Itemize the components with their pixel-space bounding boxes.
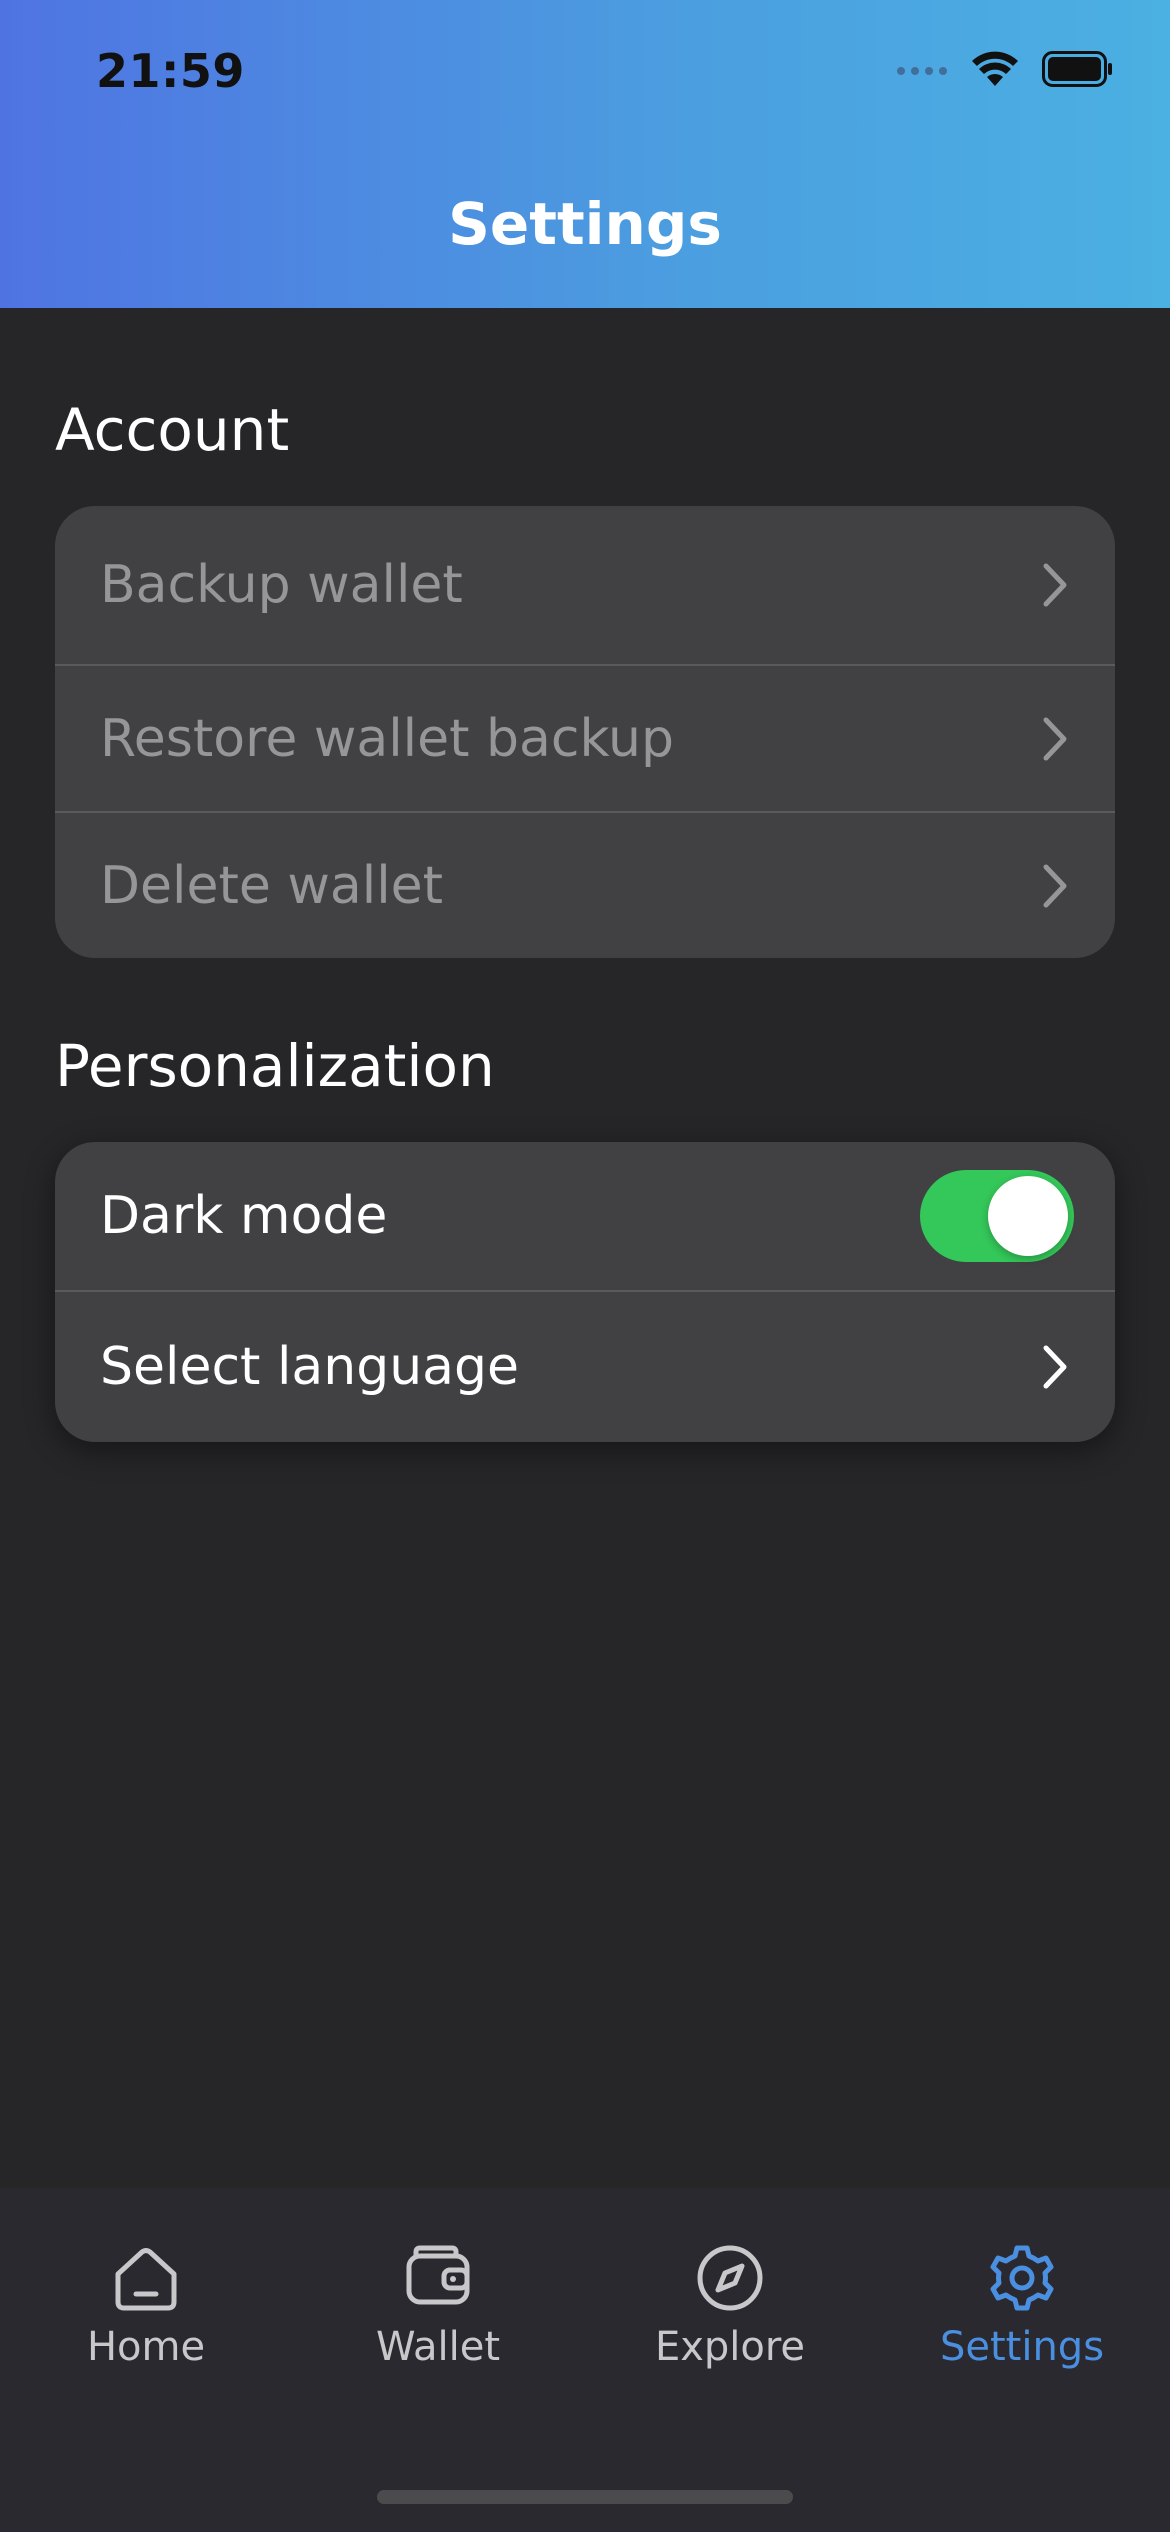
select-language-label: Select language bbox=[100, 1337, 520, 1397]
backup-wallet-label: Backup wallet bbox=[100, 555, 463, 615]
home-indicator bbox=[377, 2490, 793, 2504]
chevron-right-icon bbox=[1040, 863, 1070, 909]
gear-icon bbox=[986, 2242, 1058, 2318]
wallet-icon bbox=[402, 2242, 474, 2318]
signal-dots-icon bbox=[896, 62, 948, 81]
restore-wallet-backup-label: Restore wallet backup bbox=[100, 708, 674, 769]
dark-mode-row: Dark mode bbox=[55, 1142, 1115, 1292]
battery-icon bbox=[1042, 51, 1114, 91]
status-time: 21:59 bbox=[96, 44, 245, 98]
tab-settings[interactable]: Settings bbox=[897, 2242, 1147, 2370]
personalization-section-title: Personalization bbox=[55, 1032, 495, 1100]
tab-bar: Home Wallet Explore Settings bbox=[0, 2188, 1170, 2532]
compass-icon bbox=[694, 2242, 766, 2318]
status-icons bbox=[896, 50, 1114, 92]
header: 21:59 Settings bbox=[0, 0, 1170, 308]
select-language-row[interactable]: Select language bbox=[55, 1292, 1115, 1442]
page-title: Settings bbox=[448, 190, 722, 258]
delete-wallet-label: Delete wallet bbox=[100, 855, 444, 916]
tab-settings-label: Settings bbox=[939, 2324, 1105, 2370]
tab-home-label: Home bbox=[86, 2324, 206, 2370]
account-card: Backup wallet Restore wallet backup Dele… bbox=[55, 506, 1115, 958]
account-section-title: Account bbox=[55, 396, 290, 464]
tab-explore[interactable]: Explore bbox=[605, 2242, 855, 2370]
chevron-right-icon bbox=[1040, 1344, 1070, 1390]
restore-wallet-backup-row[interactable]: Restore wallet backup bbox=[55, 666, 1115, 813]
personalization-card: Dark mode Select language bbox=[55, 1142, 1115, 1442]
tab-home[interactable]: Home bbox=[21, 2242, 271, 2370]
settings-screen: 21:59 Settings Account Backup wallet Res… bbox=[0, 0, 1170, 2532]
dark-mode-label: Dark mode bbox=[100, 1186, 388, 1246]
wifi-icon bbox=[970, 50, 1020, 92]
delete-wallet-row[interactable]: Delete wallet bbox=[55, 813, 1115, 958]
tab-explore-label: Explore bbox=[654, 2324, 806, 2370]
chevron-right-icon bbox=[1040, 716, 1070, 762]
backup-wallet-row[interactable]: Backup wallet bbox=[55, 506, 1115, 666]
chevron-right-icon bbox=[1040, 562, 1070, 608]
home-icon bbox=[110, 2242, 182, 2318]
dark-mode-toggle[interactable] bbox=[920, 1170, 1074, 1262]
toggle-knob bbox=[988, 1176, 1068, 1256]
tab-wallet-label: Wallet bbox=[375, 2324, 501, 2370]
tab-wallet[interactable]: Wallet bbox=[313, 2242, 563, 2370]
